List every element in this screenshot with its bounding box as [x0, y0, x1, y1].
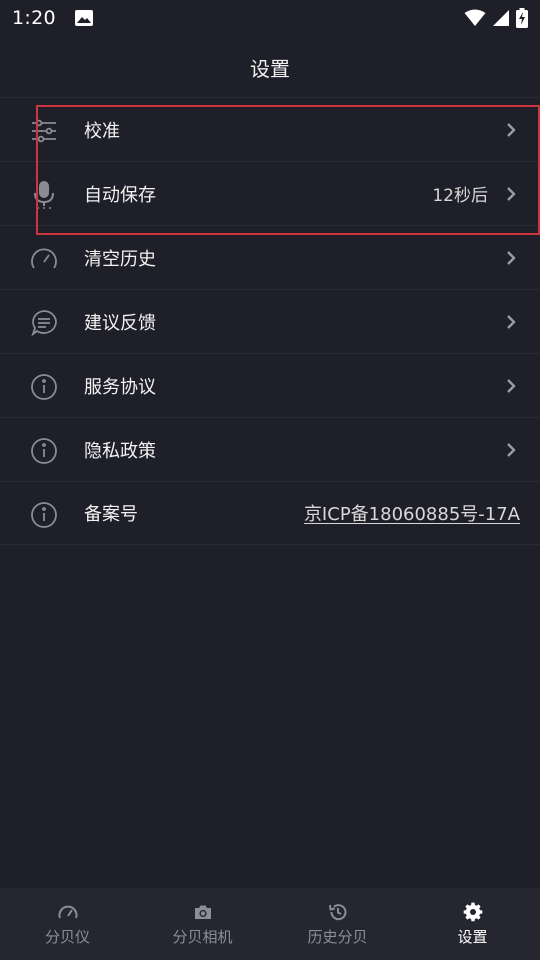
sliders-icon: [30, 117, 58, 145]
chevron-right-icon: [507, 315, 516, 329]
page-title: 设置: [250, 56, 290, 81]
chat-bubble-icon: [30, 309, 58, 337]
autosave-value: 12秒后: [432, 186, 488, 206]
battery-charging-icon: [516, 8, 528, 28]
status-bar: 1:20: [0, 0, 540, 36]
chevron-right-icon: [507, 123, 516, 137]
settings-item-clear-history[interactable]: 清空历史: [0, 225, 540, 289]
history-icon: [328, 903, 346, 920]
signal-icon: [493, 10, 509, 26]
chevron-right-icon: [507, 443, 516, 457]
settings-item-label: 清空历史: [84, 248, 156, 270]
settings-item-privacy-policy[interactable]: 隐私政策: [0, 417, 540, 481]
microphone-icon: [30, 181, 58, 209]
status-icons: [464, 8, 528, 28]
tab-decibel-camera[interactable]: 分贝相机: [135, 888, 270, 960]
bottom-tab-bar: 分贝仪 分贝相机 历史分贝 设置: [0, 888, 540, 960]
settings-item-label: 自动保存: [84, 184, 156, 206]
settings-item-label: 服务协议: [84, 376, 156, 398]
settings-item-label: 备案号: [84, 504, 138, 525]
wifi-icon: [464, 9, 486, 26]
photo-icon: [74, 10, 93, 26]
settings-item-label: 校准: [84, 120, 120, 142]
icp-record-link[interactable]: 京ICP备18060885号-17A: [304, 500, 520, 526]
settings-item-icp-record: 备案号 京ICP备18060885号-17A: [0, 481, 540, 545]
chevron-right-icon: [507, 251, 516, 265]
gauge-icon: [30, 245, 58, 273]
tab-label: 分贝仪: [44, 927, 90, 946]
settings-item-autosave[interactable]: 自动保存 12秒后: [0, 161, 540, 225]
tab-label: 设置: [457, 927, 488, 946]
settings-item-feedback[interactable]: 建议反馈: [0, 289, 540, 353]
info-icon: [30, 501, 58, 529]
tab-decibel-meter[interactable]: 分贝仪: [0, 888, 135, 960]
camera-icon: [194, 905, 211, 919]
tab-label: 历史分贝: [307, 927, 368, 946]
tab-label: 分贝相机: [172, 927, 233, 946]
chevron-right-icon: [507, 379, 516, 393]
gauge-icon: [58, 905, 77, 918]
tab-history-decibel[interactable]: 历史分贝: [270, 888, 405, 960]
info-icon: [30, 373, 58, 401]
status-time: 1:20: [12, 7, 56, 29]
settings-item-service-agreement[interactable]: 服务协议: [0, 353, 540, 417]
tab-settings[interactable]: 设置: [405, 888, 540, 960]
settings-item-label: 建议反馈: [84, 312, 156, 334]
info-icon: [30, 437, 58, 465]
settings-list: 校准 自动保存 12秒后 清空历史 建议反馈 服务协议 隐私政策 备案号 京IC…: [0, 97, 540, 545]
gear-icon: [463, 902, 482, 921]
settings-item-label: 隐私政策: [84, 440, 156, 462]
chevron-right-icon: [507, 187, 516, 201]
settings-item-calibration[interactable]: 校准: [0, 97, 540, 161]
